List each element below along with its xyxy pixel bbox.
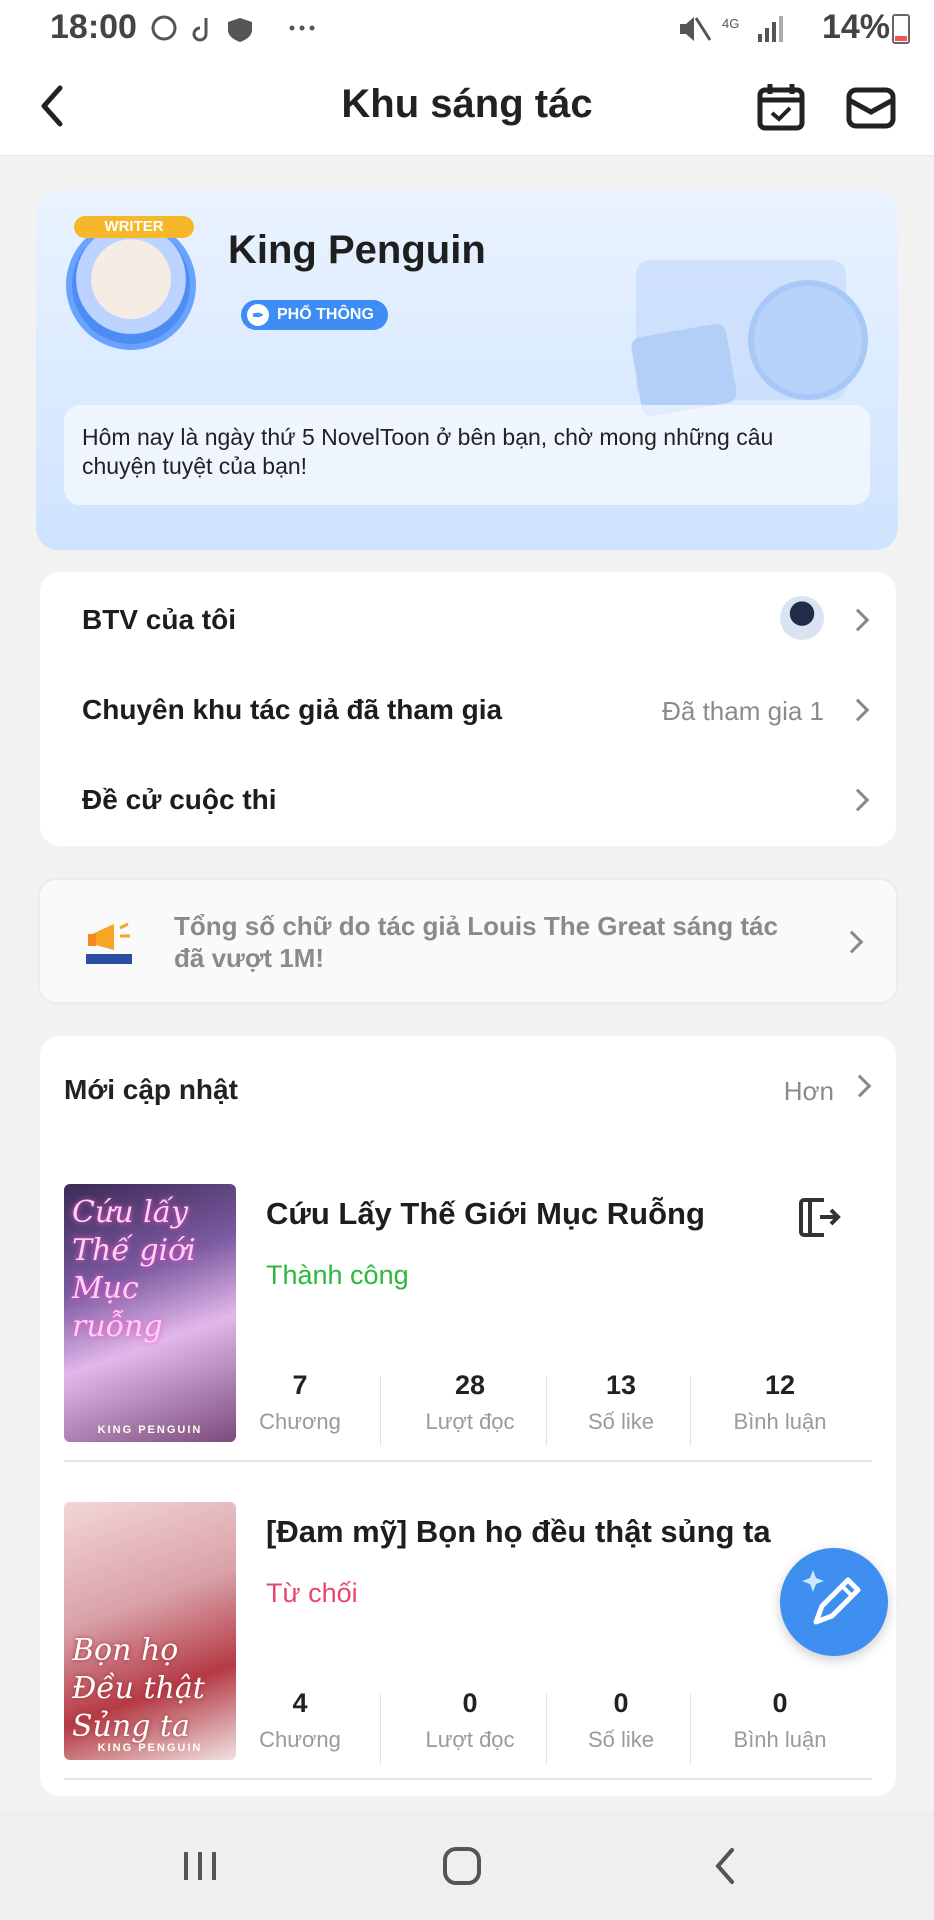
more-icon [289, 25, 295, 31]
stat-label: Số like [587, 1727, 655, 1752]
chevron-right-icon [846, 780, 872, 820]
status-badge: Thành công [266, 1260, 409, 1290]
stat-value: 7 [292, 1370, 308, 1400]
book-stats: 7 Chương 28 Lượt đọc 13 Số like 12 Bình luận [250, 1370, 876, 1448]
chevron-right-icon[interactable] [848, 1066, 874, 1106]
battery-icon [892, 14, 910, 44]
writer-tag: WRITER [74, 216, 194, 238]
status-time: 18:00 [50, 8, 137, 46]
stat-label: Lượt đọc [425, 1727, 515, 1752]
mute-icon [680, 17, 694, 41]
book-title[interactable]: [Đam mỹ] Bọn họ đều thật sủng ta [266, 1514, 771, 1550]
cover-title: Cứu lấy Thế giới Mục ruỗng [72, 1195, 196, 1344]
stat-label: Số like [587, 1409, 655, 1434]
stat-label: Lượt đọc [425, 1409, 515, 1434]
battery-percent: 14% [821, 8, 890, 46]
clock-decor-icon [748, 280, 868, 400]
stat-value: 28 [454, 1370, 486, 1400]
recent-apps-icon[interactable] [180, 1848, 220, 1884]
decor-shape [629, 322, 739, 418]
stat-value: 0 [772, 1688, 788, 1718]
tiktok-icon [192, 18, 208, 42]
level-badge-label: PHỔ THÔNG [277, 306, 374, 323]
menu-item-label: BTV của tôi [82, 604, 237, 635]
status-right-icons: 4G [680, 16, 783, 42]
megaphone-icon [86, 922, 132, 964]
cover-author: KING PENGUIN [97, 1742, 203, 1754]
section-title: Mới cập nhật [64, 1074, 238, 1105]
announcement-banner[interactable]: Tổng số chữ do tác giả Louis The Great s… [38, 878, 898, 1004]
cover-author: KING PENGUIN [97, 1424, 203, 1436]
level-badge[interactable]: ✒ PHỔ THÔNG [241, 300, 388, 330]
stat-label: Chương [259, 1409, 341, 1434]
status-left-icons [151, 15, 315, 42]
status-bar: 18:00 4G 14% [0, 0, 934, 58]
stat-label: Bình luận [733, 1727, 827, 1752]
stat-value: 13 [605, 1370, 637, 1400]
pencil-icon [802, 1570, 861, 1625]
editor-avatar [780, 596, 824, 640]
menu-item-value: Đã tham gia 1 [662, 696, 824, 726]
shield-icon [228, 18, 252, 42]
stat-label: Bình luận [733, 1409, 827, 1434]
recent-updates-card: Mới cập nhật Hơn Cứu lấy Thế giới Mục ru… [40, 1036, 896, 1796]
system-nav-bar [0, 1812, 934, 1920]
menu-item-editor[interactable]: BTV của tôi [40, 576, 896, 666]
stat-value: 0 [613, 1688, 629, 1718]
pen-icon: ✒ [247, 304, 269, 326]
more-link[interactable]: Hơn [784, 1076, 834, 1107]
announcement-text: Tổng số chữ do tác giả Louis The Great s… [174, 911, 778, 973]
status-badge: Từ chối [266, 1578, 358, 1608]
chevron-right-icon [846, 690, 872, 730]
menu-item-label: Chuyên khu tác giả đã tham gia [82, 694, 503, 725]
home-icon[interactable] [442, 1846, 482, 1886]
signal-icon [758, 34, 762, 42]
mail-icon[interactable] [846, 86, 896, 130]
avatar[interactable] [66, 220, 196, 350]
cover-title: Bọn họ Đều thật Sủng ta [72, 1633, 205, 1744]
book-cover[interactable]: Cứu lấy Thế giới Mục ruỗng KING PENGUIN [64, 1184, 236, 1442]
calendar-icon[interactable] [756, 82, 806, 132]
profile-card: WRITER King Penguin ✒ PHỔ THÔNG Hôm nay … [36, 190, 898, 550]
stat-value: 0 [462, 1688, 478, 1718]
menu-item-contest[interactable]: Đề cử cuộc thi [40, 756, 896, 846]
stat-value: 4 [292, 1688, 308, 1718]
stat-label: Chương [259, 1727, 341, 1752]
book-title[interactable]: Cứu Lấy Thế Giới Mục Ruỗng [266, 1196, 705, 1232]
book-stats: 4 Chương 0 Lượt đọc 0 Số like 0 Bình luận [250, 1688, 876, 1766]
stat-value: 12 [764, 1370, 796, 1400]
write-button[interactable] [780, 1548, 888, 1656]
book-cover[interactable]: Bọn họ Đều thật Sủng ta KING PENGUIN [64, 1502, 236, 1760]
chevron-right-icon [840, 922, 866, 962]
app-bar: Khu sáng tác [0, 58, 934, 156]
author-name: King Penguin [228, 228, 486, 272]
divider [64, 1460, 872, 1462]
chevron-right-icon [846, 600, 872, 640]
divider [64, 1778, 872, 1780]
whatsapp-icon [151, 15, 177, 41]
back-nav-icon[interactable] [710, 1846, 740, 1886]
menu-item-zones[interactable]: Chuyên khu tác giả đã tham gia Đã tham g… [40, 666, 896, 756]
welcome-message: Hôm nay là ngày thứ 5 NovelToon ở bên bạ… [64, 405, 870, 505]
export-icon[interactable] [796, 1194, 842, 1240]
svg-text:4G: 4G [722, 16, 739, 31]
menu-card: BTV của tôi Chuyên khu tác giả đã tham g… [40, 572, 896, 846]
menu-item-label: Đề cử cuộc thi [82, 784, 277, 815]
